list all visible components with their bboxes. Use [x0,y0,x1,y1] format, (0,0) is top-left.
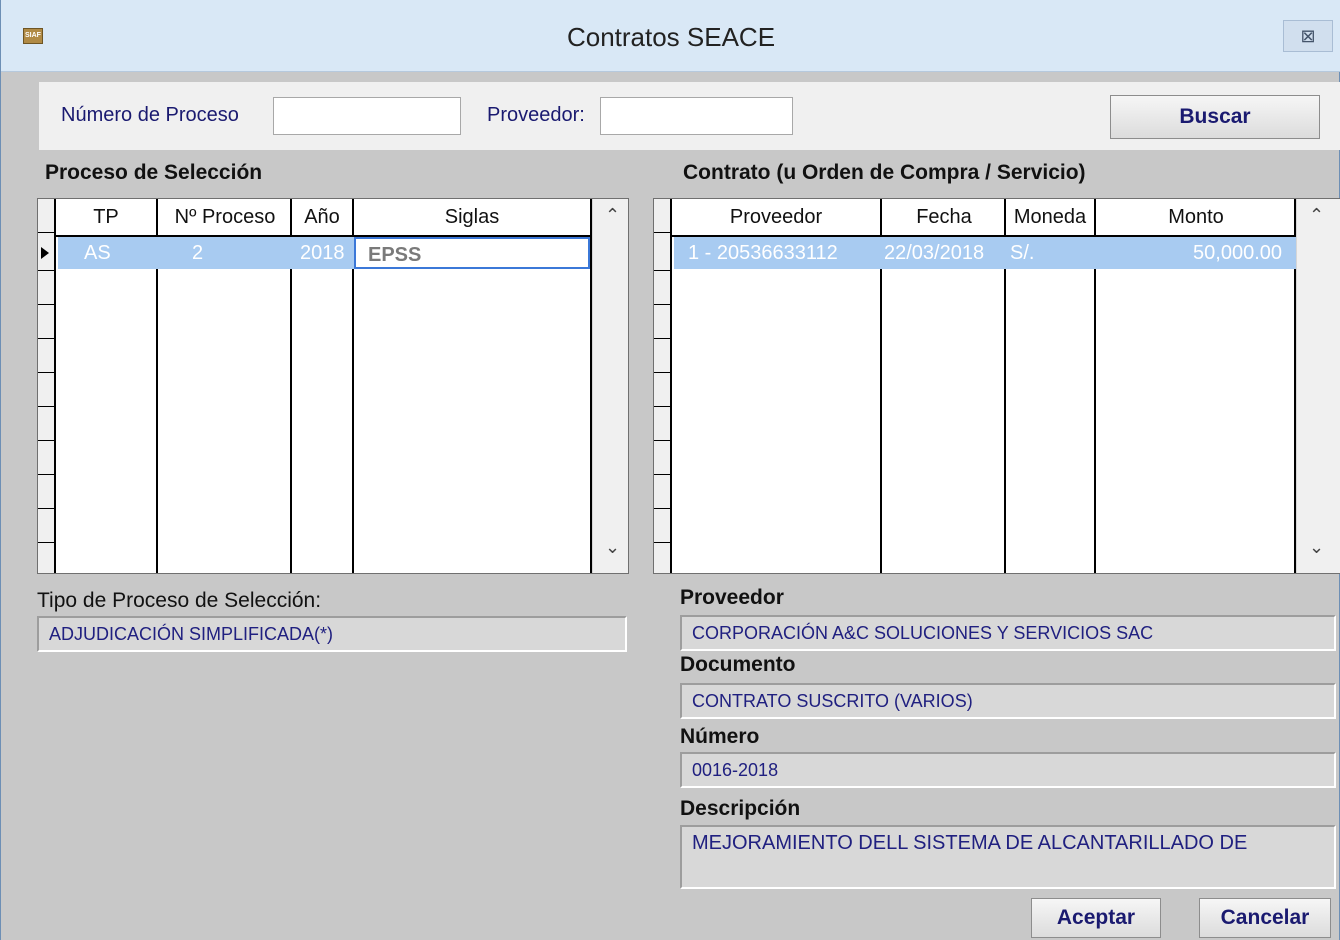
column-header-nro-proceso[interactable]: Nº Proceso [158,199,292,235]
aceptar-button[interactable]: Aceptar [1031,898,1161,938]
proceso-grid-scrollbar[interactable]: ⌃ ⌄ [592,199,628,573]
row-indicator-column [654,199,672,573]
contrato-grid-scrollbar[interactable]: ⌃ ⌄ [1296,199,1340,573]
column-header-siglas[interactable]: Siglas [354,199,590,235]
scroll-down-icon[interactable]: ⌄ [1309,537,1324,558]
column-header-moneda[interactable]: Moneda [1006,199,1094,235]
documento-field: CONTRATO SUSCRITO (VARIOS) [680,683,1336,719]
descripcion-field: MEJORAMIENTO DELL SISTEMA DE ALCANTARILL… [680,825,1336,889]
contratos-seace-dialog: SIAF Contratos SEACE ⊠ Número de Proceso… [0,0,1340,940]
column-header-proveedor[interactable]: Proveedor [672,199,880,235]
numero-field: 0016-2018 [680,752,1336,788]
column-header-monto[interactable]: Monto [1096,199,1296,235]
contrato-title: Contrato (u Orden de Compra / Servicio) [683,161,1086,184]
close-button[interactable]: ⊠ [1283,20,1333,52]
tipo-proceso-field: ADJUDICACIÓN SIMPLIFICADA(*) [37,616,627,652]
row-tp: AS [84,242,111,264]
tipo-proceso-label: Tipo de Proceso de Selección: [37,589,322,612]
scroll-up-icon[interactable]: ⌃ [605,205,620,226]
proveedor-search-input[interactable] [600,97,793,135]
row-monto: 50,000.00 [1193,242,1282,264]
row-moneda: S/. [1010,242,1035,264]
title-bar[interactable]: SIAF Contratos SEACE ⊠ [1,0,1340,72]
proceso-seleccion-grid[interactable]: TP Nº Proceso Año Siglas AS 2 2018 EPSS … [37,198,629,574]
documento-label: Documento [680,653,796,676]
proveedor-field: CORPORACIÓN A&C SOLUCIONES Y SERVICIOS S… [680,615,1336,651]
row-numero-proceso: 2 [192,242,204,264]
proveedor-search-label: Proveedor: [487,104,585,126]
numero-proceso-label: Número de Proceso [61,104,239,126]
scroll-up-icon[interactable]: ⌃ [1309,205,1324,226]
numero-label: Número [680,725,760,748]
buscar-button[interactable]: Buscar [1110,95,1320,139]
contrato-grid[interactable]: Proveedor Fecha Moneda Monto 1 - 2053663… [653,198,1340,574]
proveedor-label: Proveedor [680,586,784,609]
numero-proceso-input[interactable] [273,97,461,135]
column-header-tp[interactable]: TP [56,199,156,235]
row-proveedor: 1 - 20536633112 [688,242,838,264]
row-anio: 2018 [300,242,345,264]
column-header-fecha[interactable]: Fecha [882,199,1006,235]
proceso-seleccion-title: Proceso de Selección [45,161,263,184]
window-title: Contratos SEACE [566,22,776,52]
cancelar-button[interactable]: Cancelar [1199,898,1331,938]
row-indicator-column [38,199,56,573]
row-siglas-editor[interactable]: EPSS [354,237,590,269]
column-header-anio[interactable]: Año [292,199,352,235]
scroll-down-icon[interactable]: ⌄ [605,537,620,558]
descripcion-label: Descripción [680,797,801,820]
current-row-arrow-icon [41,247,49,259]
row-fecha: 22/03/2018 [884,242,985,264]
